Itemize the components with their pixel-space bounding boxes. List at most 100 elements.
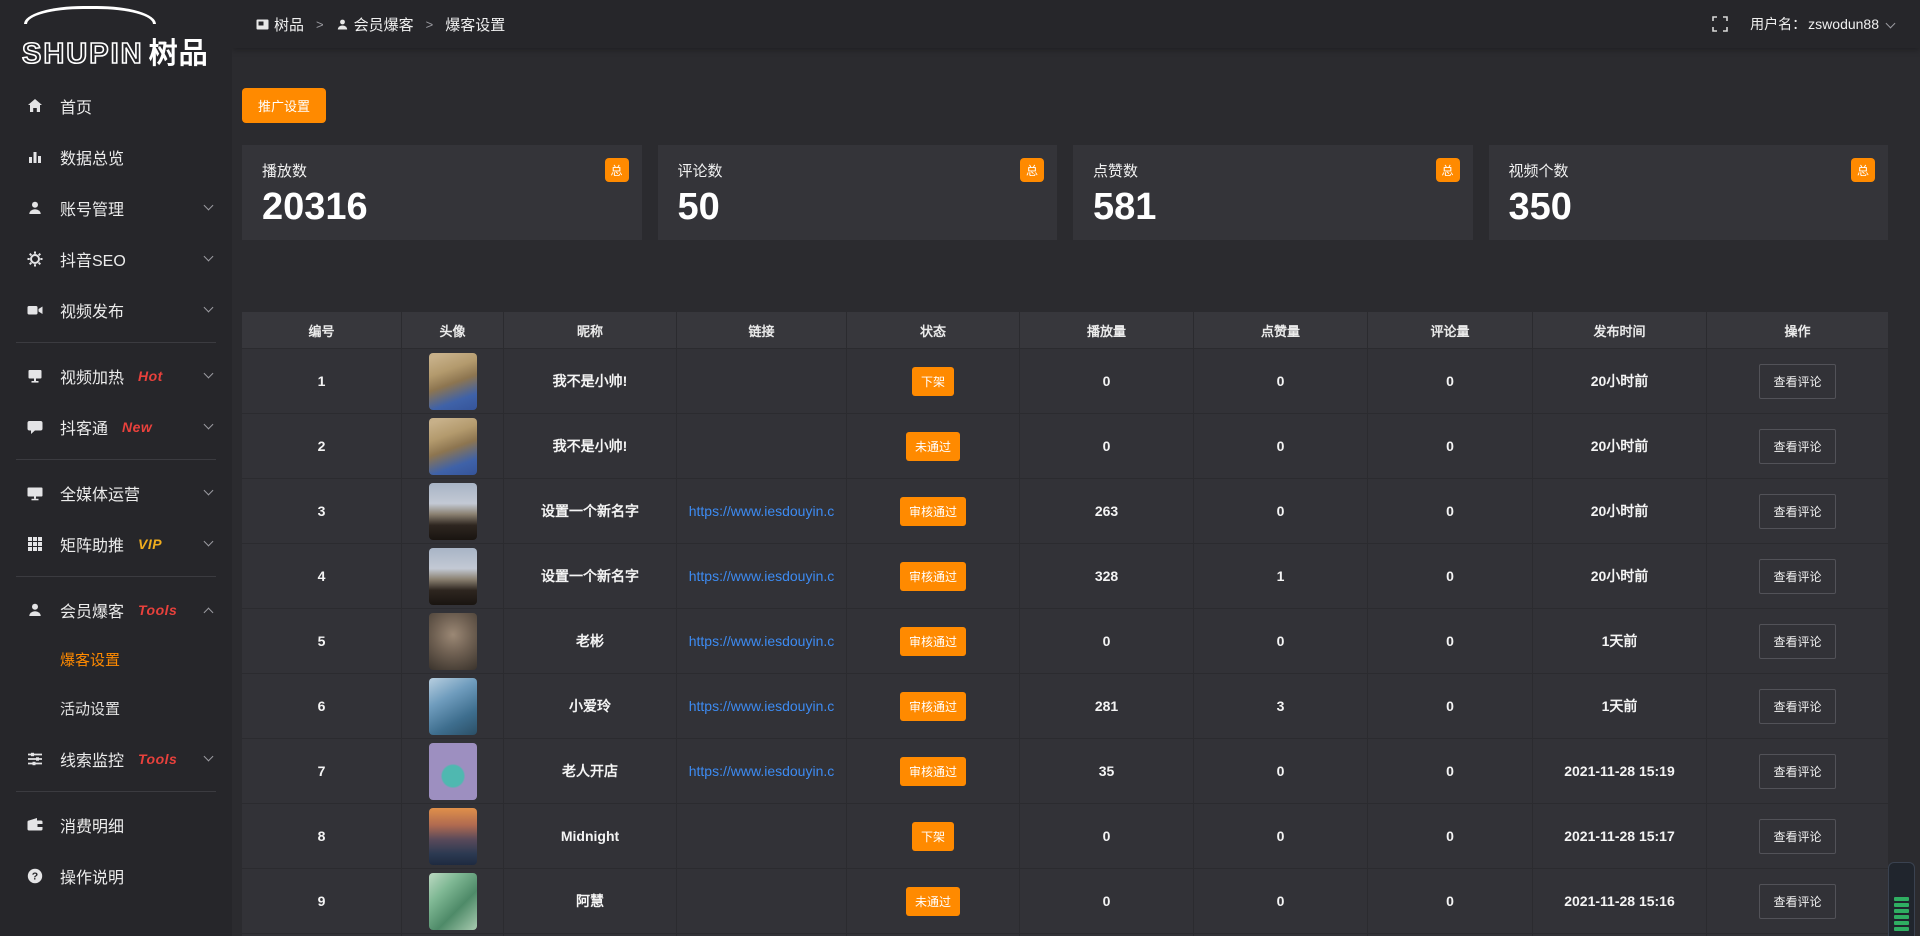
promotion-settings-button[interactable]: 推广设置 — [242, 88, 326, 123]
view-comments-button[interactable]: 查看评论 — [1759, 559, 1835, 594]
floating-indicator-widget[interactable] — [1888, 862, 1915, 936]
cell-nickname: 小爱玲 — [504, 674, 677, 739]
video-link[interactable]: https://www.iesdouyin.c — [689, 633, 835, 649]
cell-likes: 0 — [1194, 414, 1368, 479]
sidebar-item-douketong[interactable]: 抖客通 New — [0, 401, 232, 452]
sidebar-subitem-activity-settings[interactable]: 活动设置 — [0, 684, 232, 733]
sidebar-divider — [16, 459, 216, 460]
user-menu[interactable]: 用户名：zswodun88 — [1750, 14, 1894, 34]
chevron-down-icon — [204, 252, 214, 262]
fullscreen-icon[interactable] — [1712, 16, 1728, 32]
sidebar-item-label: 账号管理 — [60, 196, 124, 220]
cell-likes: 0 — [1194, 479, 1368, 544]
status-badge: 审核通过 — [900, 497, 966, 526]
table-row: 6 小爱玲 https://www.iesdouyin.c 审核通过 281 3… — [242, 674, 1888, 739]
video-link[interactable]: https://www.iesdouyin.c — [689, 763, 835, 779]
cell-likes: 0 — [1194, 609, 1368, 674]
cell-publish-time: 20小时前 — [1533, 414, 1707, 479]
sidebar-item-home[interactable]: 首页 — [0, 80, 232, 131]
table-row: 7 老人开店 https://www.iesdouyin.c 审核通过 35 0… — [242, 739, 1888, 804]
sidebar-item-account-management[interactable]: 账号管理 — [0, 182, 232, 233]
cell-comments: 0 — [1368, 739, 1533, 804]
sidebar-subitem-baoke-settings[interactable]: 爆客设置 — [0, 635, 232, 684]
cell-id: 7 — [242, 739, 402, 804]
stat-card-comments: 评论数 50 总 — [658, 145, 1058, 240]
chevron-down-icon — [204, 420, 214, 430]
cell-nickname: 阿慧 — [504, 869, 677, 934]
view-comments-button[interactable]: 查看评论 — [1759, 494, 1835, 529]
video-link[interactable]: https://www.iesdouyin.c — [689, 503, 835, 519]
video-link[interactable]: https://www.iesdouyin.c — [689, 698, 835, 714]
cell-id: 2 — [242, 414, 402, 479]
breadcrumb-item-member-baoke[interactable]: 会员爆客 — [336, 14, 414, 35]
indicator-bar — [1894, 927, 1909, 931]
view-comments-button[interactable]: 查看评论 — [1759, 364, 1835, 399]
cell-plays: 0 — [1020, 414, 1194, 479]
view-comments-button[interactable]: 查看评论 — [1759, 429, 1835, 464]
table-row: 3 设置一个新名字 https://www.iesdouyin.c 审核通过 2… — [242, 479, 1888, 544]
sidebar-item-label: 首页 — [60, 94, 92, 118]
cell-plays: 0 — [1020, 609, 1194, 674]
avatar — [429, 873, 477, 930]
view-comments-button[interactable]: 查看评论 — [1759, 884, 1835, 919]
video-link[interactable]: https://www.iesdouyin.c — [689, 568, 835, 584]
cell-id: 9 — [242, 869, 402, 934]
sidebar-item-lead-monitoring[interactable]: 线索监控 Tools — [0, 733, 232, 784]
view-comments-button[interactable]: 查看评论 — [1759, 624, 1835, 659]
cell-nickname: 设置一个新名字 — [504, 479, 677, 544]
status-badge: 审核通过 — [900, 627, 966, 656]
sidebar-item-data-overview[interactable]: 数据总览 — [0, 131, 232, 182]
stat-value: 50 — [678, 188, 1038, 226]
cell-id: 1 — [242, 349, 402, 414]
main-content: 推广设置 播放数 20316 总 评论数 50 总 点赞数 581 总 视频个数… — [232, 48, 1920, 936]
table-row: 2 我不是小帅! 未通过 0 0 0 20小时前 查看评论 — [242, 414, 1888, 479]
brand-name-cn: 树品 — [149, 38, 209, 70]
cell-comments: 0 — [1368, 414, 1533, 479]
brand-name-en: SHUPIN — [22, 38, 144, 70]
sidebar-item-video-publish[interactable]: 视频发布 — [0, 284, 232, 335]
sidebar-item-douyin-seo[interactable]: 抖音SEO — [0, 233, 232, 284]
sidebar-item-omnimedia-operation[interactable]: 全媒体运营 — [0, 467, 232, 518]
sidebar-item-label: 全媒体运营 — [60, 481, 140, 505]
table-row: 5 老彬 https://www.iesdouyin.c 审核通过 0 0 0 … — [242, 609, 1888, 674]
view-comments-button[interactable]: 查看评论 — [1759, 754, 1835, 789]
status-badge: 未通过 — [906, 432, 960, 461]
vip-tag: VIP — [138, 536, 162, 552]
sidebar-item-video-heat[interactable]: 视频加热 Hot — [0, 350, 232, 401]
sidebar-divider — [16, 342, 216, 343]
sidebar-item-member-baoke[interactable]: 会员爆客 Tools — [0, 584, 232, 635]
sidebar-item-consumption-details[interactable]: 消费明细 — [0, 799, 232, 850]
table-row: 4 设置一个新名字 https://www.iesdouyin.c 审核通过 3… — [242, 544, 1888, 609]
status-badge: 审核通过 — [900, 562, 966, 591]
sidebar-divider — [16, 791, 216, 792]
sidebar-item-matrix-boost[interactable]: 矩阵助推 VIP — [0, 518, 232, 569]
view-comments-button[interactable]: 查看评论 — [1759, 689, 1835, 724]
status-badge: 审核通过 — [900, 692, 966, 721]
topbar: 树品 > 会员爆客 > 爆客设置 用户名：zswodun88 — [232, 0, 1920, 48]
table-header: 编号 头像 昵称 链接 状态 播放量 点赞量 评论量 发布时间 操作 — [242, 312, 1888, 349]
table-row: 8 Midnight 下架 0 0 0 2021-11-28 15:17 查看评… — [242, 804, 1888, 869]
cell-comments: 0 — [1368, 804, 1533, 869]
col-plays: 播放量 — [1020, 312, 1194, 349]
sidebar-nav: 首页 数据总览 账号管理 抖音SEO 视频发布 — [0, 72, 232, 901]
cell-comments: 0 — [1368, 349, 1533, 414]
breadcrumb-item-root[interactable]: 树品 — [256, 14, 304, 35]
cell-plays: 35 — [1020, 739, 1194, 804]
cell-nickname: 老彬 — [504, 609, 677, 674]
cell-nickname: 我不是小帅! — [504, 349, 677, 414]
cell-publish-time: 20小时前 — [1533, 349, 1707, 414]
sidebar-item-operation-guide[interactable]: ? 操作说明 — [0, 850, 232, 901]
sidebar-item-label: 抖客通 — [60, 415, 108, 439]
sidebar-item-label: 线索监控 — [60, 747, 124, 771]
cell-likes: 0 — [1194, 349, 1368, 414]
cell-comments: 0 — [1368, 609, 1533, 674]
stat-card-videos: 视频个数 350 总 — [1489, 145, 1889, 240]
grid-icon — [26, 535, 44, 553]
sidebar-item-label: 视频发布 — [60, 298, 124, 322]
view-comments-button[interactable]: 查看评论 — [1759, 819, 1835, 854]
avatar — [429, 418, 477, 475]
stat-card-likes: 点赞数 581 总 — [1073, 145, 1473, 240]
cell-plays: 0 — [1020, 804, 1194, 869]
chat-bubble-icon — [26, 418, 44, 436]
chevron-down-icon — [204, 369, 214, 379]
